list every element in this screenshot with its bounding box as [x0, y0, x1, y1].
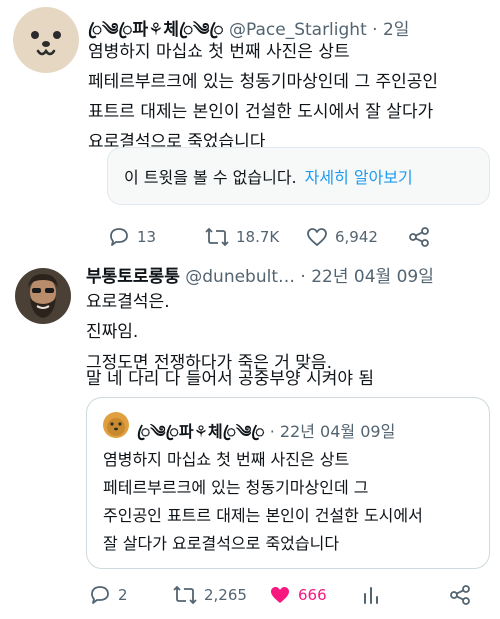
- learn-more-link[interactable]: 자세히 알아보기: [305, 164, 413, 188]
- tweet-1[interactable]: ꦿ༄ꦿ파⚘체ꦿ༄ꦿ @Pace_Starlight · 2일 염병하지 마십쇼 …: [0, 0, 500, 262]
- share-button[interactable]: [448, 584, 472, 606]
- like-count: 6,942: [335, 228, 378, 246]
- share-icon: [409, 227, 429, 247]
- handle[interactable]: @dunebult…: [185, 267, 295, 287]
- quoted-text-line: 염병하지 마십쇼 첫 번째 사진은 상트: [103, 450, 350, 469]
- retweet-count: 18.7K: [236, 228, 280, 246]
- tweet-text-line: 말 네 다리 다 들어서 공중부양 시켜야 됨: [86, 369, 375, 389]
- unavailable-tweet-card: 이 트윗을 볼 수 없습니다. 자세히 알아보기: [107, 147, 490, 205]
- quoted-tweet-card[interactable]: ꦿ༄ꦿ파⚘체ꦿ༄ꦿ · 22년 04월 09일 염병하지 마십쇼 첫 번째 사진…: [86, 397, 490, 569]
- share-button[interactable]: [407, 226, 431, 248]
- quoted-display-name: ꦿ༄ꦿ파⚘체ꦿ༄ꦿ: [137, 422, 265, 441]
- display-name[interactable]: 부통토로롱퉁: [86, 267, 180, 287]
- dog-face-avatar-icon: [103, 412, 129, 438]
- tweet-text-line: 표트르 대제는 본인이 건설한 도시에서 잘 살다가: [88, 102, 434, 122]
- dot-separator: ·: [300, 267, 306, 287]
- avatar[interactable]: [13, 7, 79, 73]
- tweet-text-line: 페테르부르크에 있는 청동기마상인데 그 주인공인: [88, 72, 439, 92]
- reply-icon: [91, 586, 109, 604]
- dot-separator: ·: [372, 20, 378, 40]
- timestamp[interactable]: 22년 04월 09일: [311, 267, 434, 287]
- avatar[interactable]: [15, 268, 71, 324]
- tweet-text-line: 진짜임.: [86, 322, 139, 342]
- reply-button[interactable]: 2: [88, 584, 128, 606]
- reply-count: 13: [137, 228, 157, 246]
- bearded-man-avatar-icon: [15, 268, 71, 324]
- like-button[interactable]: 6,942: [305, 226, 378, 248]
- quoted-timestamp: 22년 04월 09일: [279, 422, 396, 441]
- timestamp[interactable]: 2일: [383, 20, 409, 40]
- retweet-button[interactable]: 2,265: [172, 584, 247, 606]
- reply-button[interactable]: 13: [107, 226, 156, 248]
- reply-count: 2: [118, 586, 128, 604]
- quoted-text-line: 주인공인 표트르 대제는 본인이 건설한 도시에서: [103, 506, 423, 525]
- analytics-icon: [364, 587, 378, 604]
- share-icon: [450, 585, 470, 605]
- retweet-count: 2,265: [204, 586, 247, 604]
- quoted-text-line: 페테르부르크에 있는 청동기마상인데 그: [103, 478, 369, 497]
- retweet-icon: [205, 227, 229, 247]
- heart-icon: [307, 228, 327, 246]
- like-count: 666: [298, 586, 327, 604]
- retweet-icon: [173, 585, 197, 605]
- unavailable-message: 이 트윗을 볼 수 없습니다.: [124, 168, 297, 187]
- tweet-text-line: 염병하지 마십쇼 첫 번째 사진은 상트: [88, 42, 350, 62]
- heart-filled-icon: [271, 587, 289, 603]
- tweet-header: 부통토로롱퉁 @dunebult… · 22년 04월 09일: [86, 262, 434, 287]
- like-button[interactable]: 666: [268, 584, 327, 606]
- quoted-text-line: 잘 살다가 요로결석으로 죽었습니다: [103, 534, 340, 553]
- tweet-text-line: 요로결석은.: [86, 292, 170, 312]
- reply-icon: [110, 228, 128, 246]
- retweet-button[interactable]: 18.7K: [204, 226, 279, 248]
- quoted-avatar: [103, 412, 129, 438]
- dot-separator: ·: [269, 422, 275, 441]
- dog-face-avatar-icon: [13, 7, 79, 73]
- analytics-button[interactable]: [360, 584, 382, 606]
